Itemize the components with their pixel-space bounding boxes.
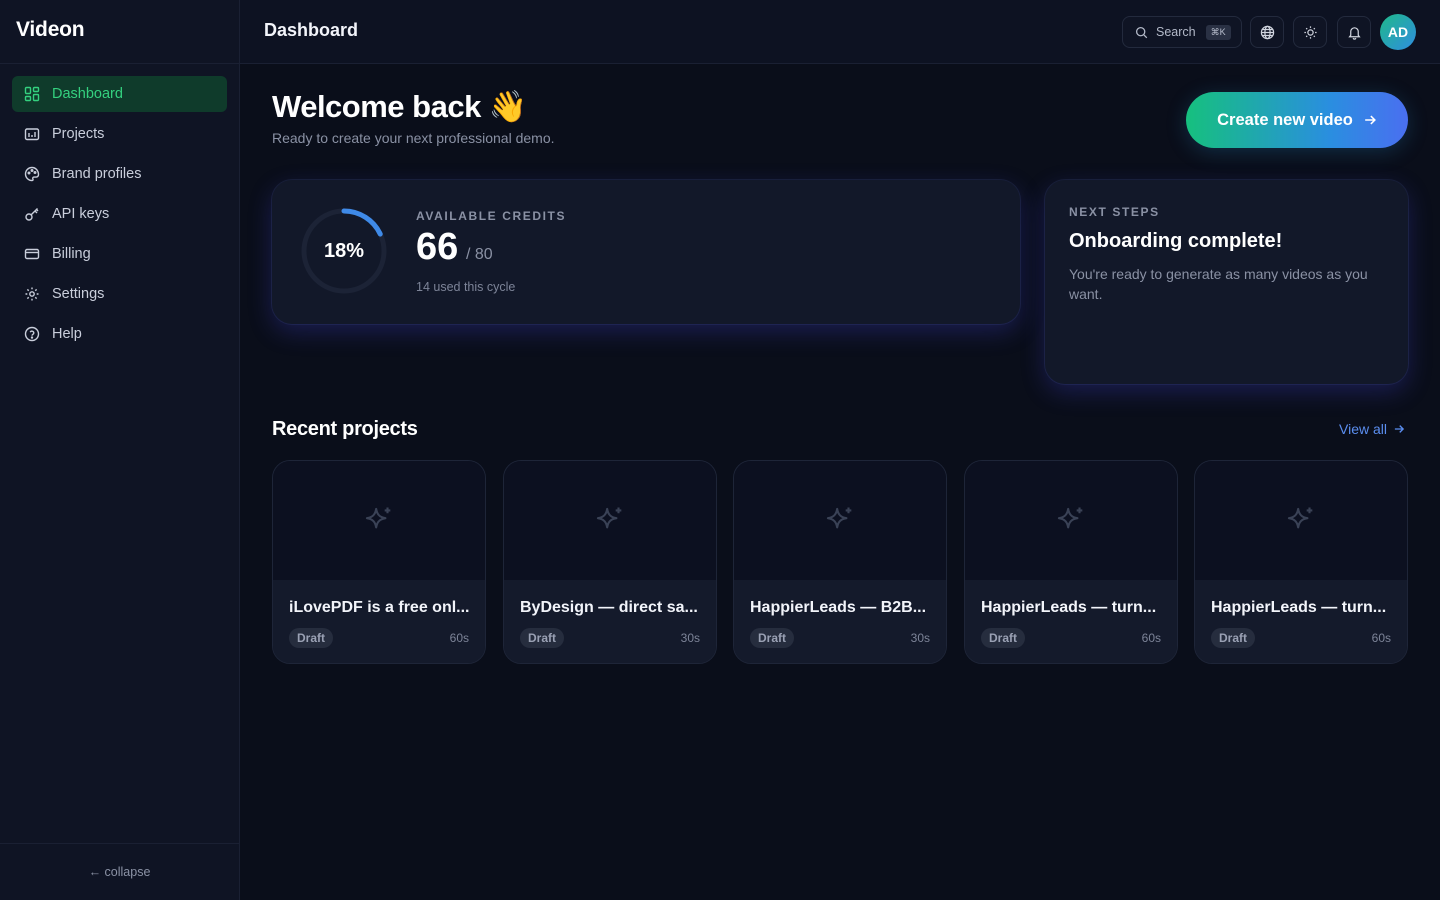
view-all-link[interactable]: View all: [1339, 421, 1405, 437]
credit-card-icon: [24, 248, 40, 260]
theme-toggle-button[interactable]: [1293, 16, 1327, 48]
create-new-video-label: Create new video: [1217, 110, 1353, 129]
sparkle-icon: [1057, 507, 1083, 528]
project-thumbnail: [965, 461, 1177, 580]
project-title: HappierLeads — turn...: [1211, 599, 1387, 616]
credits-total: / 80: [466, 246, 493, 263]
sidebar-item-label: Billing: [52, 246, 91, 262]
project-title: iLovePDF is a free onl...: [289, 599, 470, 616]
recent-projects-title: Recent projects: [272, 418, 418, 440]
sparkle-icon: [826, 507, 852, 528]
project-thumbnail: [504, 461, 716, 580]
welcome-title: Welcome back 👋: [272, 89, 528, 124]
key-icon: [25, 208, 39, 221]
sidebar-item-projects[interactable]: Projects: [12, 116, 227, 152]
next-steps-description: You're ready to generate as many videos …: [1069, 266, 1368, 302]
dashboard-icon: [24, 86, 40, 102]
project-duration: 60s: [1371, 631, 1391, 645]
welcome-subtitle: Ready to create your next professional d…: [272, 130, 555, 146]
project-status-badge: Draft: [289, 628, 334, 648]
collapse-sidebar-button[interactable]: ← collapse: [0, 843, 239, 900]
next-steps-title: Onboarding complete!: [1069, 230, 1283, 252]
sidebar-item-label: Brand profiles: [52, 166, 142, 182]
sparkle-icon: [596, 507, 622, 528]
sparkle-icon: [365, 507, 391, 528]
sidebar: Videon Dashboard Projects Brand profiles…: [0, 0, 240, 900]
sidebar-item-billing[interactable]: Billing: [12, 236, 227, 272]
project-title: HappierLeads — turn...: [981, 599, 1157, 616]
project-info: ByDesign — direct sa... Draft 30s: [504, 580, 716, 663]
project-title: ByDesign — direct sa...: [520, 599, 698, 616]
palette-icon: [24, 166, 40, 182]
gear-icon: [25, 287, 39, 301]
notifications-button[interactable]: [1337, 16, 1371, 48]
credits-available: 66: [416, 226, 459, 268]
search-button[interactable]: Search ⌘K: [1122, 16, 1242, 48]
arrow-right-icon: [1394, 425, 1405, 433]
search-label: Search: [1156, 25, 1196, 39]
sidebar-item-label: API keys: [52, 206, 110, 222]
user-avatar[interactable]: AD: [1380, 14, 1416, 50]
project-duration: 60s: [449, 631, 469, 645]
search-icon: [1135, 26, 1148, 38]
sidebar-item-help[interactable]: Help: [12, 316, 227, 352]
project-duration: 30s: [680, 631, 700, 645]
credits-card: 18% AVAILABLE CREDITS 66 / 80 14 used th…: [272, 180, 1020, 324]
project-info: HappierLeads — B2B... Draft 30s: [734, 580, 946, 663]
project-card[interactable]: HappierLeads — B2B... Draft 30s: [733, 460, 947, 664]
credits-percent: 18%: [323, 239, 365, 262]
app-logo[interactable]: Videon: [16, 18, 85, 42]
project-card[interactable]: HappierLeads — turn... Draft 60s: [1194, 460, 1408, 664]
sidebar-item-brand-profiles[interactable]: Brand profiles: [12, 156, 227, 192]
sun-icon: [1303, 25, 1317, 39]
bell-icon: [1347, 26, 1361, 40]
project-card[interactable]: HappierLeads — turn... Draft 60s: [964, 460, 1178, 664]
sidebar-nav: Dashboard Projects Brand profiles API ke…: [12, 76, 227, 356]
project-thumbnail: [1195, 461, 1407, 580]
sidebar-item-label: Dashboard: [52, 86, 123, 102]
page-title: Dashboard: [264, 20, 359, 40]
project-duration: 60s: [1141, 631, 1161, 645]
projects-icon: [24, 128, 40, 141]
sparkle-icon: [1287, 507, 1313, 528]
project-thumbnail: [734, 461, 946, 580]
credits-label: AVAILABLE CREDITS: [416, 209, 567, 223]
sidebar-item-api-keys[interactable]: API keys: [12, 196, 227, 232]
project-status-badge: Draft: [520, 628, 565, 648]
sidebar-item-label: Projects: [52, 126, 105, 142]
help-icon: [24, 326, 40, 342]
project-status-badge: Draft: [981, 628, 1026, 648]
search-shortcut: ⌘K: [1205, 24, 1231, 40]
project-thumbnail: [273, 461, 485, 580]
project-card[interactable]: iLovePDF is a free onl... Draft 60s: [272, 460, 486, 664]
sidebar-item-label: Help: [52, 326, 82, 342]
project-status-badge: Draft: [1211, 628, 1256, 648]
project-info: HappierLeads — turn... Draft 60s: [1195, 580, 1407, 663]
project-title: HappierLeads — B2B...: [750, 599, 927, 616]
project-status-badge: Draft: [750, 628, 795, 648]
project-info: HappierLeads — turn... Draft 60s: [965, 580, 1177, 663]
language-button[interactable]: [1250, 16, 1284, 48]
globe-icon: [1260, 25, 1274, 39]
view-all-label: View all: [1339, 421, 1387, 437]
next-steps-card: NEXT STEPS Onboarding complete! You're r…: [1045, 180, 1408, 384]
project-info: iLovePDF is a free onl... Draft 60s: [273, 580, 485, 663]
create-new-video-button[interactable]: Create new video: [1186, 92, 1408, 148]
sidebar-item-settings[interactable]: Settings: [12, 276, 227, 312]
arrow-right-icon: [1365, 115, 1376, 125]
sidebar-divider: [0, 63, 239, 64]
project-duration: 30s: [910, 631, 930, 645]
credits-used-text: 14 used this cycle: [416, 280, 516, 294]
project-card[interactable]: ByDesign — direct sa... Draft 30s: [503, 460, 717, 664]
sidebar-item-label: Settings: [52, 286, 105, 302]
next-steps-label: NEXT STEPS: [1069, 205, 1160, 219]
top-header: Dashboard Search ⌘K AD: [240, 0, 1440, 64]
sidebar-item-dashboard[interactable]: Dashboard: [12, 76, 227, 112]
